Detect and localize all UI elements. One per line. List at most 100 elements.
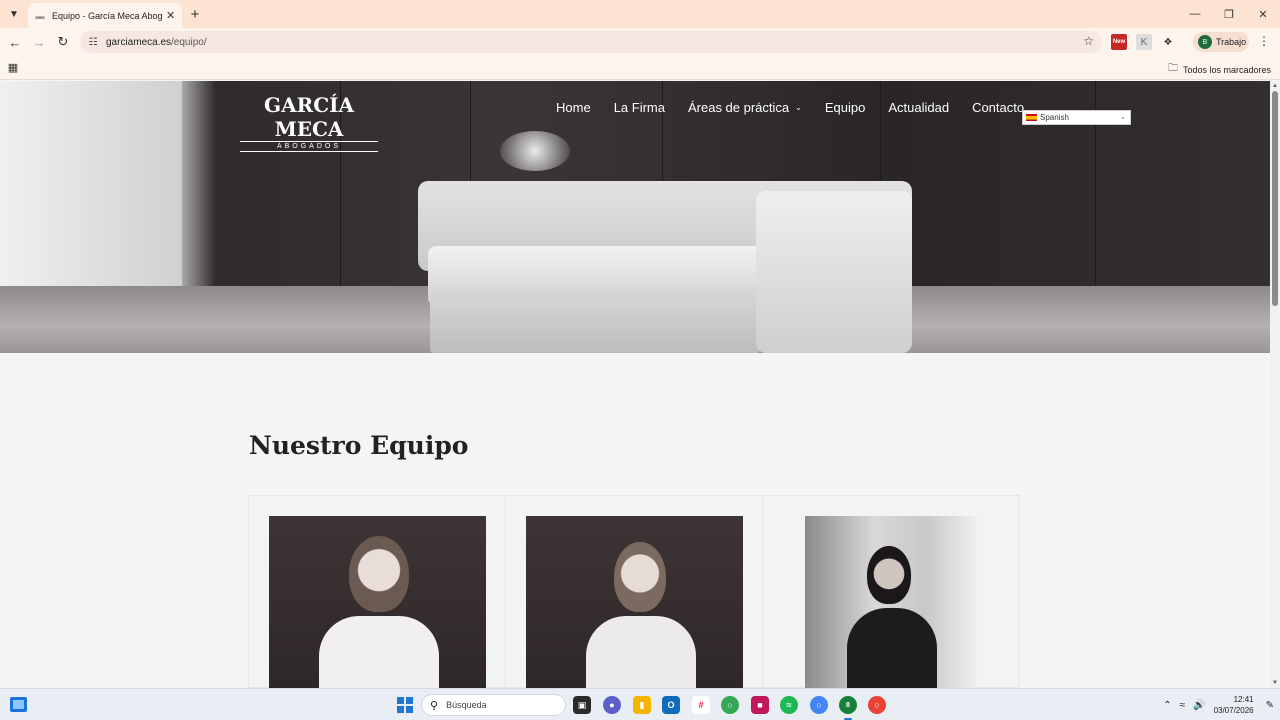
team-member-card[interactable] bbox=[762, 495, 1020, 688]
person-head bbox=[867, 546, 911, 604]
chevron-down-icon: ⌄ bbox=[795, 103, 802, 112]
person-body bbox=[847, 608, 937, 688]
clock-date: 03/07/2026 bbox=[1213, 706, 1254, 715]
nav-areas-de-practica[interactable]: Áreas de práctica ⌄ bbox=[688, 100, 802, 115]
team-member-card[interactable] bbox=[248, 495, 506, 688]
hero-banner: GARCÍA MECA ABOGADOS Home La Firma Áreas… bbox=[0, 81, 1270, 353]
hero-light-wall bbox=[0, 81, 182, 321]
language-select[interactable]: Spanish ⌄ bbox=[1022, 110, 1131, 125]
chrome-profile-icon[interactable]: ○ bbox=[810, 696, 828, 714]
outlook-icon[interactable]: O bbox=[662, 696, 680, 714]
avatar: B bbox=[1198, 35, 1212, 49]
page-scrollbar[interactable]: ▲ ▼ bbox=[1270, 81, 1280, 688]
chrome-alt-icon[interactable]: ○ bbox=[868, 696, 886, 714]
back-arrow-icon[interactable]: ← bbox=[6, 33, 24, 51]
bookmarks-bar: ▦ 🗀 Todos los marcadores bbox=[0, 56, 1280, 80]
slack-icon[interactable]: # bbox=[692, 696, 710, 714]
profile-button[interactable]: B Trabajo bbox=[1193, 32, 1249, 52]
url-text: garciameca.es/equipo/ bbox=[106, 37, 207, 48]
team-grid bbox=[248, 495, 1021, 688]
taskbar-search-input[interactable]: ⚲ Búsqueda bbox=[421, 694, 566, 716]
folder-icon: 🗀 bbox=[1167, 63, 1178, 74]
scrollbar-thumb[interactable] bbox=[1272, 91, 1278, 306]
minimize-icon[interactable]: — bbox=[1178, 0, 1212, 28]
tab-title: Equipo - García Meca Abogados bbox=[52, 10, 162, 21]
nav-la-firma-label: La Firma bbox=[613, 100, 665, 115]
reload-icon[interactable]: ↻ bbox=[54, 33, 72, 51]
search-icon: ⚲ bbox=[430, 699, 439, 712]
nav-areas-label: Áreas de práctica bbox=[687, 100, 790, 115]
browser-menu-kebab-icon[interactable]: ⋮ bbox=[1258, 34, 1270, 48]
tab-strip: ▼ ▬ Equipo - García Meca Abogados ✕ + — … bbox=[0, 0, 1280, 28]
profile-name: Trabajo bbox=[1216, 37, 1247, 47]
person-head bbox=[349, 536, 409, 612]
url-host: garciameca.es bbox=[106, 36, 172, 48]
scroll-up-arrow-icon[interactable]: ▲ bbox=[1270, 83, 1280, 89]
nav-contacto-label: Contacto bbox=[972, 100, 1025, 115]
language-selected: Spanish bbox=[1040, 113, 1069, 122]
nav-home-label: Home bbox=[556, 100, 591, 115]
volume-icon[interactable]: 🔊 bbox=[1193, 700, 1205, 711]
nav-contacto[interactable]: Contacto bbox=[972, 100, 1024, 115]
scroll-down-arrow-icon[interactable]: ▼ bbox=[1270, 680, 1280, 686]
hero-sofa-arm bbox=[756, 191, 912, 353]
app-magenta-icon[interactable]: ■ bbox=[751, 696, 769, 714]
all-bookmarks-label: Todos los marcadores bbox=[1182, 64, 1271, 75]
notification-bell-icon[interactable]: ✎ bbox=[1266, 700, 1274, 711]
site-favicon-icon: ▬ bbox=[35, 10, 45, 21]
site-logo[interactable]: GARCÍA MECA ABOGADOS bbox=[238, 93, 380, 152]
chrome-icon[interactable]: ○ bbox=[721, 696, 739, 714]
file-explorer-icon[interactable]: ▮ bbox=[633, 696, 651, 714]
chevron-down-icon: ⌄ bbox=[1120, 114, 1126, 121]
spain-flag-icon bbox=[1026, 114, 1037, 121]
person-body bbox=[319, 616, 439, 688]
browser-toolbar: ← → ↻ ☷ garciameca.es/equipo/ ☆ New K ❖ … bbox=[0, 28, 1280, 56]
person-head bbox=[614, 542, 666, 612]
nav-equipo[interactable]: Equipo bbox=[825, 100, 865, 115]
task-view-icon[interactable]: ▣ bbox=[573, 696, 591, 714]
extension-new-icon[interactable]: New bbox=[1111, 34, 1127, 50]
tab-close-icon[interactable]: ✕ bbox=[166, 9, 175, 22]
page-viewport: GARCÍA MECA ABOGADOS Home La Firma Áreas… bbox=[0, 81, 1270, 688]
apps-grid-icon[interactable]: ▦ bbox=[7, 61, 19, 74]
restore-icon[interactable]: ❐ bbox=[1212, 0, 1246, 28]
nav-equipo-label: Equipo bbox=[824, 100, 866, 115]
browser-tab-active[interactable]: ▬ Equipo - García Meca Abogados ✕ bbox=[28, 3, 182, 28]
url-path: /equipo/ bbox=[171, 36, 207, 48]
extension-k-icon[interactable]: K bbox=[1136, 34, 1152, 50]
nav-actualidad[interactable]: Actualidad bbox=[888, 100, 949, 115]
start-windows-icon[interactable] bbox=[397, 697, 413, 713]
nav-la-firma[interactable]: La Firma bbox=[614, 100, 665, 115]
taskbar-search-placeholder: Búsqueda bbox=[446, 700, 487, 710]
person-body bbox=[586, 616, 696, 688]
page-title: Nuestro Equipo bbox=[249, 431, 469, 460]
all-bookmarks-button[interactable]: 🗀 Todos los marcadores bbox=[1168, 61, 1271, 78]
teams-chat-icon[interactable]: ● bbox=[603, 696, 621, 714]
logo-sub-text: ABOGADOS bbox=[240, 141, 378, 152]
tray-chevron-up-icon[interactable]: ⌃ bbox=[1163, 700, 1171, 711]
windows-taskbar: ⚲ Búsqueda ▣ ● ▮ O # ○ ■ ≈ ○ 8 ○ ⌃ ≈ 🔊 1… bbox=[0, 688, 1280, 720]
spotify-icon[interactable]: ≈ bbox=[780, 696, 798, 714]
system-tray: ⌃ ≈ 🔊 12:41 03/07/2026 ✎ bbox=[1163, 689, 1280, 720]
nav-home[interactable]: Home bbox=[556, 100, 591, 115]
team-member-card[interactable] bbox=[505, 495, 763, 688]
clock[interactable]: 12:41 03/07/2026 bbox=[1214, 694, 1254, 716]
nav-actualidad-label: Actualidad bbox=[888, 100, 950, 115]
tab-search-chevron-icon[interactable]: ▼ bbox=[5, 5, 23, 23]
bookmark-star-icon[interactable]: ☆ bbox=[1083, 34, 1094, 48]
team-member-photo[interactable] bbox=[269, 516, 486, 688]
team-member-photo[interactable] bbox=[805, 516, 977, 688]
window-close-icon[interactable]: ✕ bbox=[1246, 0, 1280, 28]
address-bar[interactable]: ☷ garciameca.es/equipo/ ☆ bbox=[80, 31, 1102, 53]
window-controls: — ❐ ✕ bbox=[1178, 0, 1280, 28]
main-navigation: Home La Firma Áreas de práctica ⌄ Equipo … bbox=[556, 100, 1047, 115]
hero-sofa-base bbox=[430, 286, 760, 353]
widgets-icon[interactable] bbox=[10, 697, 27, 712]
forward-arrow-icon[interactable]: → bbox=[30, 33, 48, 51]
team-member-photo[interactable] bbox=[526, 516, 743, 688]
chrome-work-icon[interactable]: 8 bbox=[839, 696, 857, 714]
new-tab-plus-icon[interactable]: + bbox=[186, 5, 204, 23]
wifi-icon[interactable]: ≈ bbox=[1180, 700, 1186, 711]
extensions-puzzle-icon[interactable]: ❖ bbox=[1160, 34, 1176, 50]
site-info-tune-icon[interactable]: ☷ bbox=[86, 37, 100, 48]
